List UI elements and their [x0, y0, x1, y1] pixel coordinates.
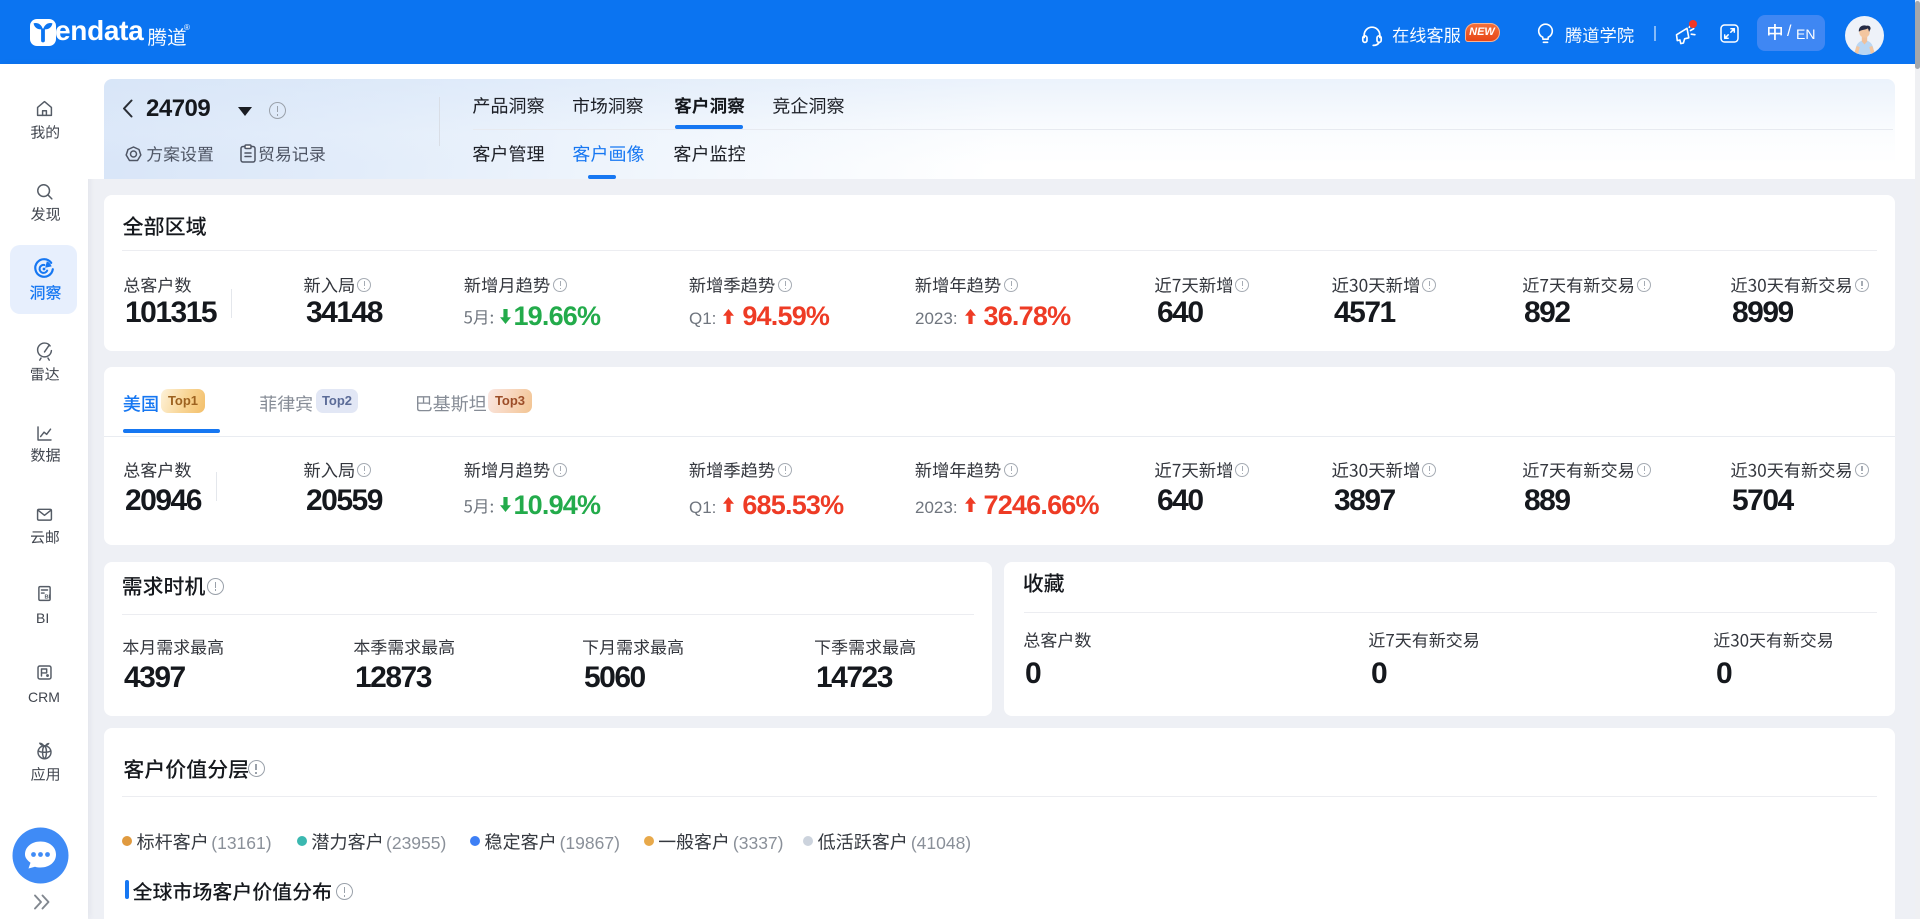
- svg-text:BI: BI: [44, 594, 50, 600]
